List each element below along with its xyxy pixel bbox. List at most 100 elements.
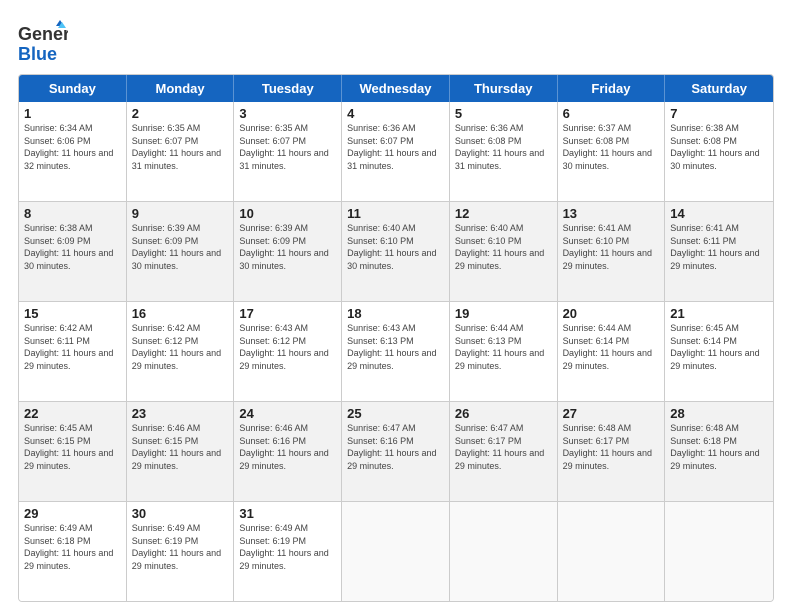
cell-info: Sunrise: 6:35 AM Sunset: 6:07 PM Dayligh… — [132, 122, 229, 172]
calendar-row-3: 15Sunrise: 6:42 AM Sunset: 6:11 PM Dayli… — [19, 302, 773, 402]
weekday-header-thursday: Thursday — [450, 75, 558, 102]
cell-info: Sunrise: 6:42 AM Sunset: 6:11 PM Dayligh… — [24, 322, 121, 372]
svg-text:Blue: Blue — [18, 44, 57, 64]
calendar-cell-1-3: 3Sunrise: 6:35 AM Sunset: 6:07 PM Daylig… — [234, 102, 342, 201]
cell-info: Sunrise: 6:47 AM Sunset: 6:16 PM Dayligh… — [347, 422, 444, 472]
day-number: 10 — [239, 206, 336, 221]
calendar-header: SundayMondayTuesdayWednesdayThursdayFrid… — [19, 75, 773, 102]
cell-info: Sunrise: 6:43 AM Sunset: 6:13 PM Dayligh… — [347, 322, 444, 372]
calendar-cell-3-5: 19Sunrise: 6:44 AM Sunset: 6:13 PM Dayli… — [450, 302, 558, 401]
day-number: 30 — [132, 506, 229, 521]
day-number: 20 — [563, 306, 660, 321]
day-number: 15 — [24, 306, 121, 321]
calendar-cell-3-6: 20Sunrise: 6:44 AM Sunset: 6:14 PM Dayli… — [558, 302, 666, 401]
cell-info: Sunrise: 6:40 AM Sunset: 6:10 PM Dayligh… — [347, 222, 444, 272]
cell-info: Sunrise: 6:45 AM Sunset: 6:15 PM Dayligh… — [24, 422, 121, 472]
cell-info: Sunrise: 6:40 AM Sunset: 6:10 PM Dayligh… — [455, 222, 552, 272]
weekday-header-saturday: Saturday — [665, 75, 773, 102]
calendar-row-5: 29Sunrise: 6:49 AM Sunset: 6:18 PM Dayli… — [19, 502, 773, 601]
calendar-cell-4-6: 27Sunrise: 6:48 AM Sunset: 6:17 PM Dayli… — [558, 402, 666, 501]
day-number: 17 — [239, 306, 336, 321]
day-number: 16 — [132, 306, 229, 321]
calendar-cell-3-4: 18Sunrise: 6:43 AM Sunset: 6:13 PM Dayli… — [342, 302, 450, 401]
calendar-row-1: 1Sunrise: 6:34 AM Sunset: 6:06 PM Daylig… — [19, 102, 773, 202]
header: General Blue — [18, 18, 774, 64]
calendar-cell-2-1: 8Sunrise: 6:38 AM Sunset: 6:09 PM Daylig… — [19, 202, 127, 301]
day-number: 9 — [132, 206, 229, 221]
day-number: 2 — [132, 106, 229, 121]
calendar-cell-5-4 — [342, 502, 450, 601]
weekday-header-wednesday: Wednesday — [342, 75, 450, 102]
cell-info: Sunrise: 6:48 AM Sunset: 6:18 PM Dayligh… — [670, 422, 768, 472]
logo: General Blue — [18, 18, 72, 64]
cell-info: Sunrise: 6:47 AM Sunset: 6:17 PM Dayligh… — [455, 422, 552, 472]
cell-info: Sunrise: 6:43 AM Sunset: 6:12 PM Dayligh… — [239, 322, 336, 372]
page: General Blue SundayMondayTuesdayWednesda… — [0, 0, 792, 612]
day-number: 8 — [24, 206, 121, 221]
weekday-header-tuesday: Tuesday — [234, 75, 342, 102]
day-number: 6 — [563, 106, 660, 121]
day-number: 23 — [132, 406, 229, 421]
cell-info: Sunrise: 6:35 AM Sunset: 6:07 PM Dayligh… — [239, 122, 336, 172]
calendar-cell-1-1: 1Sunrise: 6:34 AM Sunset: 6:06 PM Daylig… — [19, 102, 127, 201]
calendar-cell-5-1: 29Sunrise: 6:49 AM Sunset: 6:18 PM Dayli… — [19, 502, 127, 601]
cell-info: Sunrise: 6:49 AM Sunset: 6:18 PM Dayligh… — [24, 522, 121, 572]
calendar-cell-2-2: 9Sunrise: 6:39 AM Sunset: 6:09 PM Daylig… — [127, 202, 235, 301]
cell-info: Sunrise: 6:41 AM Sunset: 6:11 PM Dayligh… — [670, 222, 768, 272]
cell-info: Sunrise: 6:49 AM Sunset: 6:19 PM Dayligh… — [239, 522, 336, 572]
day-number: 25 — [347, 406, 444, 421]
logo-icon: General Blue — [18, 18, 68, 64]
calendar-cell-5-7 — [665, 502, 773, 601]
day-number: 5 — [455, 106, 552, 121]
cell-info: Sunrise: 6:36 AM Sunset: 6:07 PM Dayligh… — [347, 122, 444, 172]
day-number: 1 — [24, 106, 121, 121]
calendar-cell-4-1: 22Sunrise: 6:45 AM Sunset: 6:15 PM Dayli… — [19, 402, 127, 501]
day-number: 3 — [239, 106, 336, 121]
cell-info: Sunrise: 6:49 AM Sunset: 6:19 PM Dayligh… — [132, 522, 229, 572]
calendar-cell-1-2: 2Sunrise: 6:35 AM Sunset: 6:07 PM Daylig… — [127, 102, 235, 201]
cell-info: Sunrise: 6:41 AM Sunset: 6:10 PM Dayligh… — [563, 222, 660, 272]
calendar-cell-4-7: 28Sunrise: 6:48 AM Sunset: 6:18 PM Dayli… — [665, 402, 773, 501]
day-number: 24 — [239, 406, 336, 421]
cell-info: Sunrise: 6:45 AM Sunset: 6:14 PM Dayligh… — [670, 322, 768, 372]
calendar-cell-4-4: 25Sunrise: 6:47 AM Sunset: 6:16 PM Dayli… — [342, 402, 450, 501]
cell-info: Sunrise: 6:44 AM Sunset: 6:13 PM Dayligh… — [455, 322, 552, 372]
weekday-header-monday: Monday — [127, 75, 235, 102]
calendar-cell-4-3: 24Sunrise: 6:46 AM Sunset: 6:16 PM Dayli… — [234, 402, 342, 501]
weekday-header-friday: Friday — [558, 75, 666, 102]
day-number: 31 — [239, 506, 336, 521]
calendar-cell-5-6 — [558, 502, 666, 601]
calendar-cell-1-6: 6Sunrise: 6:37 AM Sunset: 6:08 PM Daylig… — [558, 102, 666, 201]
cell-info: Sunrise: 6:39 AM Sunset: 6:09 PM Dayligh… — [239, 222, 336, 272]
cell-info: Sunrise: 6:39 AM Sunset: 6:09 PM Dayligh… — [132, 222, 229, 272]
calendar-cell-4-5: 26Sunrise: 6:47 AM Sunset: 6:17 PM Dayli… — [450, 402, 558, 501]
calendar-cell-2-3: 10Sunrise: 6:39 AM Sunset: 6:09 PM Dayli… — [234, 202, 342, 301]
day-number: 4 — [347, 106, 444, 121]
cell-info: Sunrise: 6:37 AM Sunset: 6:08 PM Dayligh… — [563, 122, 660, 172]
day-number: 27 — [563, 406, 660, 421]
calendar-cell-2-6: 13Sunrise: 6:41 AM Sunset: 6:10 PM Dayli… — [558, 202, 666, 301]
calendar-cell-5-2: 30Sunrise: 6:49 AM Sunset: 6:19 PM Dayli… — [127, 502, 235, 601]
day-number: 28 — [670, 406, 768, 421]
weekday-header-sunday: Sunday — [19, 75, 127, 102]
cell-info: Sunrise: 6:36 AM Sunset: 6:08 PM Dayligh… — [455, 122, 552, 172]
calendar-cell-1-5: 5Sunrise: 6:36 AM Sunset: 6:08 PM Daylig… — [450, 102, 558, 201]
day-number: 21 — [670, 306, 768, 321]
day-number: 22 — [24, 406, 121, 421]
calendar-row-2: 8Sunrise: 6:38 AM Sunset: 6:09 PM Daylig… — [19, 202, 773, 302]
calendar-cell-2-7: 14Sunrise: 6:41 AM Sunset: 6:11 PM Dayli… — [665, 202, 773, 301]
cell-info: Sunrise: 6:38 AM Sunset: 6:09 PM Dayligh… — [24, 222, 121, 272]
calendar-cell-3-2: 16Sunrise: 6:42 AM Sunset: 6:12 PM Dayli… — [127, 302, 235, 401]
day-number: 7 — [670, 106, 768, 121]
day-number: 12 — [455, 206, 552, 221]
day-number: 19 — [455, 306, 552, 321]
calendar-cell-2-4: 11Sunrise: 6:40 AM Sunset: 6:10 PM Dayli… — [342, 202, 450, 301]
day-number: 18 — [347, 306, 444, 321]
calendar-cell-3-3: 17Sunrise: 6:43 AM Sunset: 6:12 PM Dayli… — [234, 302, 342, 401]
cell-info: Sunrise: 6:48 AM Sunset: 6:17 PM Dayligh… — [563, 422, 660, 472]
calendar-cell-2-5: 12Sunrise: 6:40 AM Sunset: 6:10 PM Dayli… — [450, 202, 558, 301]
day-number: 29 — [24, 506, 121, 521]
cell-info: Sunrise: 6:38 AM Sunset: 6:08 PM Dayligh… — [670, 122, 768, 172]
cell-info: Sunrise: 6:46 AM Sunset: 6:16 PM Dayligh… — [239, 422, 336, 472]
calendar-cell-1-7: 7Sunrise: 6:38 AM Sunset: 6:08 PM Daylig… — [665, 102, 773, 201]
